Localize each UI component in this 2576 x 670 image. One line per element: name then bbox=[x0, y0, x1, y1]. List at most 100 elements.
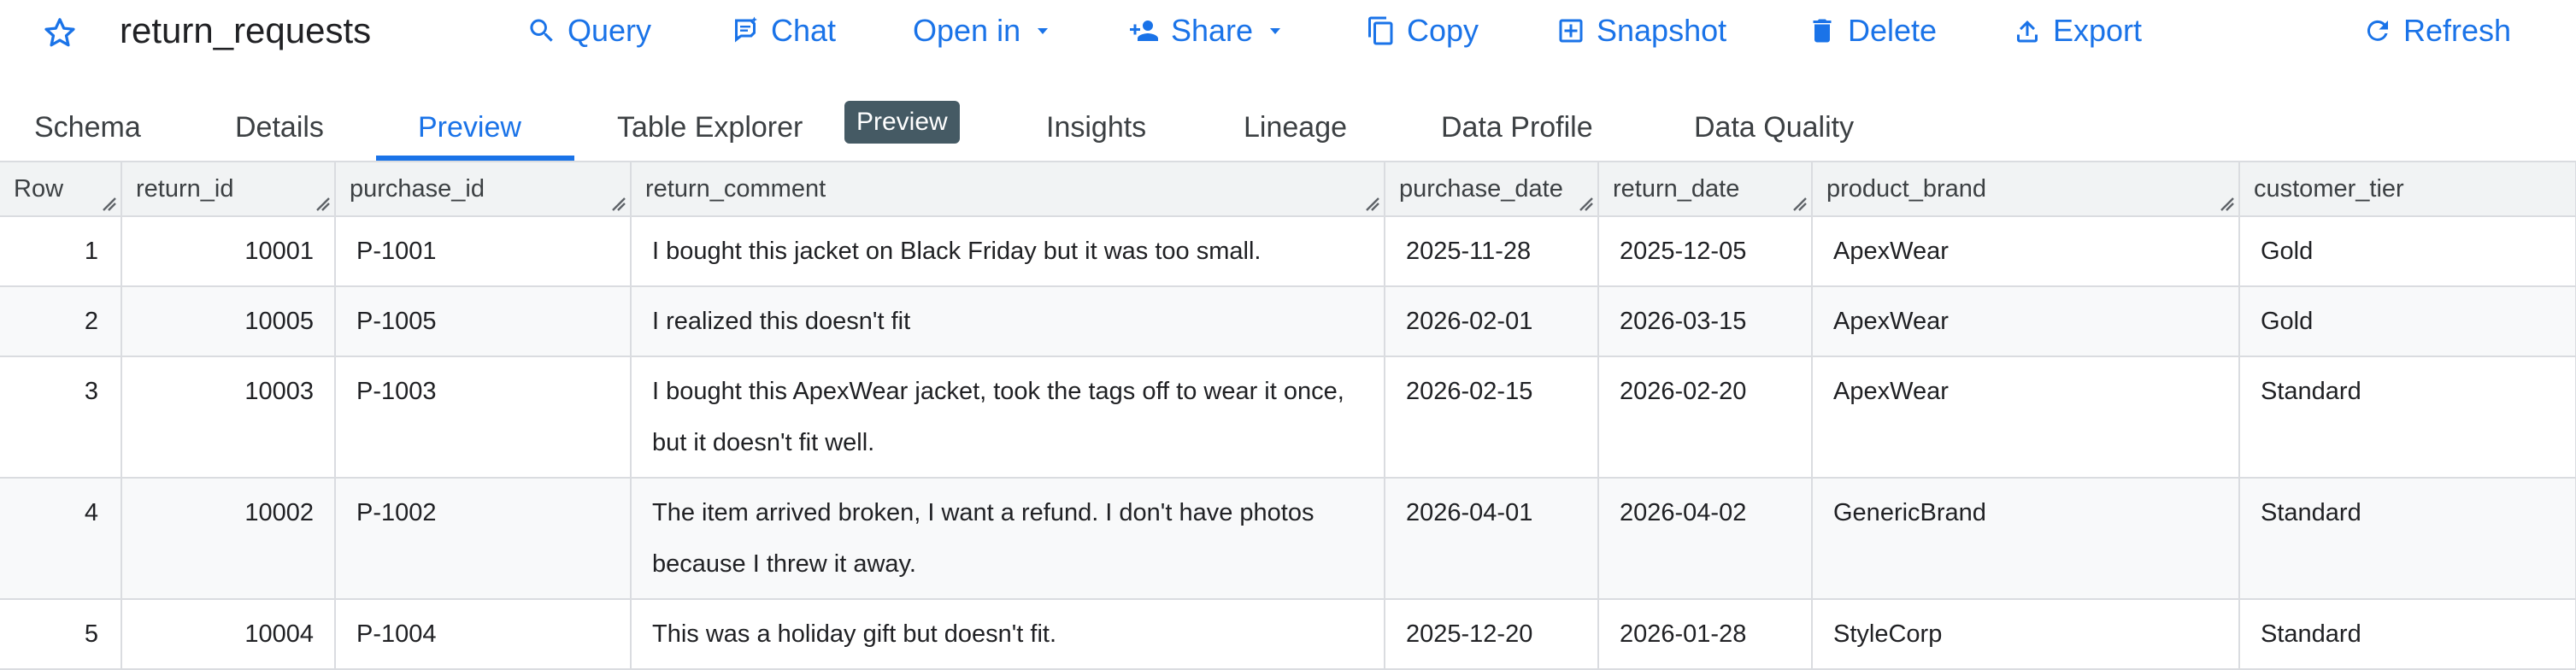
share-label: Share bbox=[1171, 13, 1254, 48]
column-header[interactable]: product_brand bbox=[1812, 162, 2240, 217]
resize-handle-icon[interactable] bbox=[2218, 195, 2235, 212]
column-header[interactable]: customer_tier bbox=[2239, 162, 2576, 217]
chat-button[interactable]: Chat bbox=[730, 10, 836, 51]
cell-return-date[interactable]: 2026-03-15 bbox=[1598, 286, 1813, 357]
search-icon bbox=[530, 19, 553, 42]
table-row[interactable]: 1 10001 P-1001 I bought this jacket on B… bbox=[0, 216, 2576, 287]
tab-insights[interactable]: Insights bbox=[1046, 94, 1146, 161]
snapshot-label: Snapshot bbox=[1597, 13, 1727, 48]
refresh-button[interactable]: Refresh bbox=[2362, 10, 2511, 51]
cell-product-brand[interactable]: ApexWear bbox=[1812, 286, 2240, 357]
add-person-icon bbox=[1130, 21, 1158, 41]
column-header-label: return_id bbox=[136, 174, 234, 203]
cell-return-id[interactable]: 10004 bbox=[121, 599, 336, 670]
row-number: 3 bbox=[0, 356, 122, 479]
chat-icon bbox=[735, 16, 757, 43]
cell-purchase-id[interactable]: P-1004 bbox=[335, 599, 632, 670]
column-header[interactable]: Row bbox=[0, 162, 122, 217]
cell-customer-tier[interactable]: Standard bbox=[2239, 356, 2576, 479]
cell-return-comment[interactable]: The item arrived broken, I want a refund… bbox=[631, 478, 1385, 600]
table-row[interactable]: 4 10002 P-1002 The item arrived broken, … bbox=[0, 478, 2576, 600]
active-tab-indicator bbox=[376, 156, 574, 161]
column-header[interactable]: return_date bbox=[1598, 162, 1813, 217]
cell-purchase-date[interactable]: 2026-02-15 bbox=[1385, 356, 1599, 479]
snapshot-button[interactable]: Snapshot bbox=[1556, 10, 1726, 51]
cell-customer-tier[interactable]: Standard bbox=[2239, 599, 2576, 670]
cell-return-comment[interactable]: I bought this ApexWear jacket, took the … bbox=[631, 356, 1385, 479]
cell-product-brand[interactable]: ApexWear bbox=[1812, 356, 2240, 479]
cell-purchase-date[interactable]: 2026-02-01 bbox=[1385, 286, 1599, 357]
copy-icon bbox=[1368, 16, 1393, 45]
column-header[interactable]: purchase_date bbox=[1385, 162, 1599, 217]
cell-customer-tier[interactable]: Gold bbox=[2239, 216, 2576, 287]
tab-schema[interactable]: Schema bbox=[34, 94, 141, 161]
column-header-label: purchase_date bbox=[1399, 174, 1563, 203]
cell-return-id[interactable]: 10005 bbox=[121, 286, 336, 357]
resize-handle-icon[interactable] bbox=[100, 195, 117, 212]
cell-purchase-id[interactable]: P-1002 bbox=[335, 478, 632, 600]
cell-purchase-id[interactable]: P-1001 bbox=[335, 216, 632, 287]
column-header-label: Row bbox=[14, 174, 64, 203]
cell-return-date[interactable]: 2026-02-20 bbox=[1598, 356, 1813, 479]
tab-data-quality[interactable]: Data Quality bbox=[1694, 94, 1854, 161]
cell-product-brand[interactable]: GenericBrand bbox=[1812, 478, 2240, 600]
export-button[interactable]: Export bbox=[2012, 10, 2142, 51]
toolbar: return_requests Query Chat Open in Share… bbox=[0, 0, 2576, 63]
resize-handle-icon[interactable] bbox=[1577, 195, 1594, 212]
cell-customer-tier[interactable]: Gold bbox=[2239, 286, 2576, 357]
cell-purchase-date[interactable]: 2025-11-28 bbox=[1385, 216, 1599, 287]
snapshot-icon bbox=[1559, 19, 1583, 43]
export-label: Export bbox=[2053, 13, 2143, 48]
column-header-label: return_comment bbox=[645, 174, 826, 203]
table-row[interactable]: 2 10005 P-1005 I realized this doesn't f… bbox=[0, 286, 2576, 357]
cell-purchase-id[interactable]: P-1005 bbox=[335, 286, 632, 357]
results-table: Row return_id purchase_id return_comment… bbox=[0, 162, 2576, 670]
cell-return-comment[interactable]: I bought this jacket on Black Friday but… bbox=[631, 216, 1385, 287]
column-header[interactable]: return_id bbox=[121, 162, 336, 217]
tab-details[interactable]: Details bbox=[235, 94, 324, 161]
resize-handle-icon[interactable] bbox=[1791, 195, 1808, 212]
table-row[interactable]: 5 10004 P-1004 This was a holiday gift b… bbox=[0, 599, 2576, 670]
column-header-label: product_brand bbox=[1826, 174, 1987, 203]
cell-return-date[interactable]: 2026-04-02 bbox=[1598, 478, 1813, 600]
column-header[interactable]: return_comment bbox=[631, 162, 1385, 217]
query-button[interactable]: Query bbox=[526, 10, 651, 51]
cell-return-comment[interactable]: This was a holiday gift but doesn't fit. bbox=[631, 599, 1385, 670]
delete-button[interactable]: Delete bbox=[1807, 10, 1937, 51]
cell-return-id[interactable]: 10002 bbox=[121, 478, 336, 600]
cell-return-id[interactable]: 10001 bbox=[121, 216, 336, 287]
row-number: 1 bbox=[0, 216, 122, 287]
cell-customer-tier[interactable]: Standard bbox=[2239, 478, 2576, 600]
copy-button[interactable]: Copy bbox=[1366, 10, 1479, 51]
cell-product-brand[interactable]: ApexWear bbox=[1812, 216, 2240, 287]
table-header-row: Row return_id purchase_id return_comment… bbox=[0, 162, 2576, 217]
chevron-down-icon bbox=[1270, 28, 1281, 34]
column-header-label: customer_tier bbox=[2254, 174, 2404, 203]
resize-handle-icon[interactable] bbox=[314, 195, 331, 212]
cell-purchase-date[interactable]: 2026-04-01 bbox=[1385, 478, 1599, 600]
resize-handle-icon[interactable] bbox=[609, 195, 626, 212]
open-in-button[interactable]: Open in bbox=[913, 10, 1053, 51]
cell-return-date[interactable]: 2026-01-28 bbox=[1598, 599, 1813, 670]
cell-return-comment[interactable]: I realized this doesn't fit bbox=[631, 286, 1385, 357]
cell-purchase-id[interactable]: P-1003 bbox=[335, 356, 632, 479]
tab-data-profile[interactable]: Data Profile bbox=[1441, 94, 1593, 161]
chat-label: Chat bbox=[771, 13, 837, 48]
cell-purchase-date[interactable]: 2025-12-20 bbox=[1385, 599, 1599, 670]
cell-return-date[interactable]: 2025-12-05 bbox=[1598, 216, 1813, 287]
delete-label: Delete bbox=[1848, 13, 1938, 48]
tab-table-explorer[interactable]: Table Explorer bbox=[617, 94, 803, 161]
cell-return-id[interactable]: 10003 bbox=[121, 356, 336, 479]
column-header-label: purchase_id bbox=[350, 174, 485, 203]
trash-icon bbox=[1813, 19, 1832, 43]
share-button[interactable]: Share bbox=[1130, 10, 1285, 51]
resize-handle-icon[interactable] bbox=[1363, 195, 1380, 212]
tab-preview[interactable]: Preview bbox=[418, 94, 521, 161]
query-label: Query bbox=[568, 13, 652, 48]
table-row[interactable]: 3 10003 P-1003 I bought this ApexWear ja… bbox=[0, 356, 2576, 479]
preview-badge: Preview bbox=[844, 101, 960, 144]
column-header[interactable]: purchase_id bbox=[335, 162, 632, 217]
tab-lineage[interactable]: Lineage bbox=[1244, 94, 1347, 161]
cell-product-brand[interactable]: StyleCorp bbox=[1812, 599, 2240, 670]
open-in-label: Open in bbox=[913, 13, 1021, 48]
